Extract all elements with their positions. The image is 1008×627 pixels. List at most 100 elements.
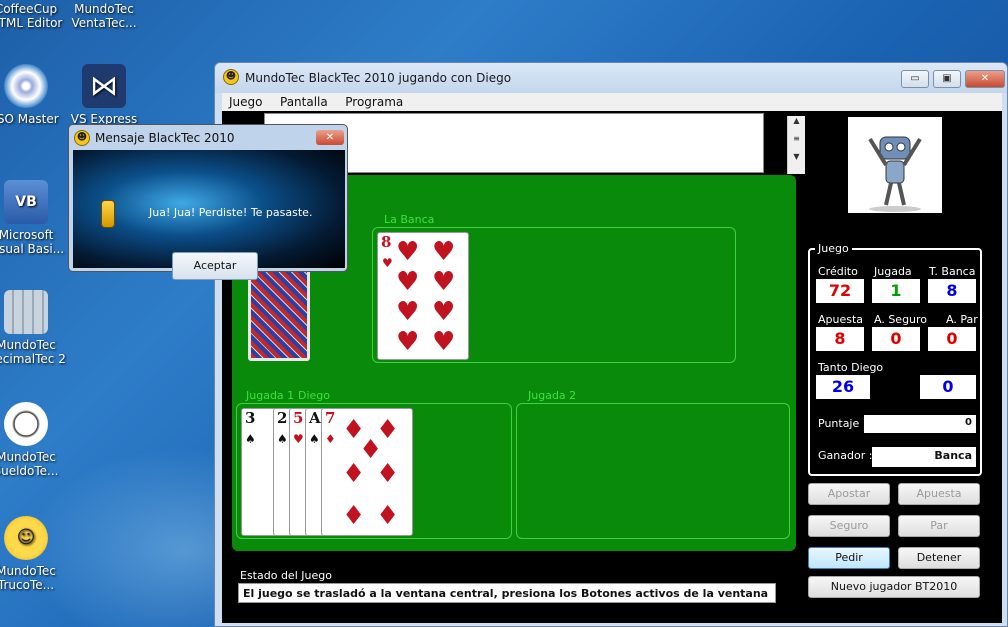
card-rank: A xyxy=(309,409,321,427)
disc-icon xyxy=(4,64,48,108)
robot-icon xyxy=(868,136,922,212)
jugada2-label: Jugada 2 xyxy=(528,389,577,402)
credito-value: 72 xyxy=(816,279,864,303)
menu-bar: Juego Pantalla Programa xyxy=(222,93,1002,111)
ganador-label: Ganador : xyxy=(818,449,873,462)
desktop-icon-trucotec[interactable]: ☺ MundoTec TrucoTe... xyxy=(0,516,66,592)
detener-button[interactable]: Detener xyxy=(898,547,980,569)
warning-figure-icon xyxy=(101,200,115,228)
dialog-body: Jua! Jua! Perdiste! Te pasaste. Aceptar xyxy=(73,150,345,280)
desktop-icon-label: MundoTec SueldoTe... xyxy=(0,450,59,478)
desktop-icon-label: MundoTec VentaTec... xyxy=(71,2,137,30)
visual-studio-icon: ⋈ xyxy=(82,64,126,108)
desktop-icon-label: MundoTec DecimalTec 2 xyxy=(0,338,66,366)
card-rank: 7 xyxy=(325,409,336,427)
desktop-icon-visual-basic[interactable]: VB Microsoft Visual Basi... xyxy=(0,180,66,256)
heart-icon: ♥ xyxy=(432,237,456,267)
card-rank: 8 xyxy=(381,233,392,251)
heart-icon: ♥ xyxy=(293,432,304,446)
credito-label: Crédito xyxy=(818,265,858,278)
desktop-icon-ventatec[interactable]: MundoTec VentaTec... xyxy=(64,2,144,30)
aseguro-label: A. Seguro xyxy=(874,313,928,326)
diamond-icon: ♦ xyxy=(342,459,366,489)
title-bar[interactable]: ☻ MundoTec BlackTec 2010 jugando con Die… xyxy=(215,63,1007,93)
heart-icon: ♥ xyxy=(396,297,420,327)
card-rank: 2 xyxy=(277,409,288,427)
jugada-label: Jugada xyxy=(874,265,912,278)
heart-icon: ♥ xyxy=(382,256,393,270)
heart-icon: ♥ xyxy=(432,297,456,327)
calculator-icon xyxy=(4,290,48,334)
jugada-value: 1 xyxy=(872,279,920,303)
desktop-icon-iso-master[interactable]: ISO Master xyxy=(0,64,66,126)
estado-field: El juego se trasladó a la ventana centra… xyxy=(238,583,776,603)
close-button[interactable]: ✕ xyxy=(965,70,1005,88)
tanto-label: Tanto Diego xyxy=(818,361,884,374)
menu-programa[interactable]: Programa xyxy=(338,93,410,111)
dialog-smiley-icon: ☻ xyxy=(74,130,90,146)
log-scrollbar[interactable]: ▲ ≡ ▼ xyxy=(787,116,805,174)
banca-label: La Banca xyxy=(384,213,435,226)
window-title: MundoTec BlackTec 2010 jugando con Diego xyxy=(245,71,512,85)
heart-icon: ♥ xyxy=(432,267,456,297)
juego-group-label: Juego xyxy=(815,242,852,255)
ganador-value: Banca xyxy=(872,447,976,467)
message-dialog: ☻ Mensaje BlackTec 2010 ✕ Jua! Jua! Perd… xyxy=(68,124,348,280)
clock-icon xyxy=(4,402,48,446)
nuevo-jugador-button[interactable]: Nuevo jugador BT2010 xyxy=(808,576,980,598)
tanto-value: 26 xyxy=(816,375,870,399)
pedir-button[interactable]: Pedir xyxy=(808,547,890,569)
tbanca-label: T. Banca xyxy=(929,265,976,278)
apostar-button[interactable]: Apostar xyxy=(808,483,890,505)
heart-icon: ♥ xyxy=(396,327,420,357)
tanto2-value: 0 xyxy=(920,375,976,399)
banca-card: 8 ♥ ♥ ♥ ♥ ♥ ♥ ♥ ♥ ♥ xyxy=(377,232,469,360)
desktop-icon-label: CoffeeCup HTML Editor xyxy=(0,2,63,30)
jugada1-label: Jugada 1 xyxy=(246,389,295,402)
desktop-icon-decimaltec[interactable]: MundoTec DecimalTec 2 xyxy=(0,290,66,366)
apar-label: A. Par xyxy=(946,313,978,326)
dialog-title: Mensaje BlackTec 2010 xyxy=(95,131,235,145)
desktop-icon-sueldotec[interactable]: MundoTec SueldoTe... xyxy=(0,402,66,478)
heart-icon: ♥ xyxy=(432,327,456,357)
diamond-icon: ♦ xyxy=(325,432,336,446)
par-button[interactable]: Par xyxy=(898,515,980,537)
diamond-icon: ♦ xyxy=(342,501,366,531)
minimize-button[interactable]: ▭ xyxy=(901,70,929,88)
aseguro-value: 0 xyxy=(872,327,920,351)
apuesta-button[interactable]: Apuesta xyxy=(898,483,980,505)
apuesta-value: 8 xyxy=(816,327,864,351)
dialog-message: Jua! Jua! Perdiste! Te pasaste. xyxy=(149,206,313,219)
diamond-icon: ♦ xyxy=(376,459,400,489)
menu-pantalla[interactable]: Pantalla xyxy=(273,93,335,111)
desktop-icon-coffeecup[interactable]: CoffeeCup HTML Editor xyxy=(0,2,66,30)
puntaje-label: Puntaje : xyxy=(818,417,867,430)
card-rank: 3 xyxy=(245,409,256,427)
dialog-close-button[interactable]: ✕ xyxy=(316,130,344,145)
spade-icon: ♠ xyxy=(245,432,256,446)
robot-image xyxy=(848,117,942,213)
desktop-icon-label: MundoTec TrucoTe... xyxy=(0,564,56,592)
spade-icon: ♠ xyxy=(309,432,320,446)
spade-icon: ♠ xyxy=(277,432,288,446)
hand-card: 7 ♦ ♦ ♦ ♦ ♦ ♦ ♦ ♦ xyxy=(321,408,413,536)
vb-icon: VB xyxy=(4,180,48,224)
heart-icon: ♥ xyxy=(396,237,420,267)
estado-label: Estado del Juego xyxy=(240,569,332,582)
banca-zone: 8 ♥ ♥ ♥ ♥ ♥ ♥ ♥ ♥ ♥ xyxy=(372,227,736,363)
diamond-icon: ♦ xyxy=(376,501,400,531)
app-smiley-icon: ☻ xyxy=(223,69,239,85)
tbanca-value: 8 xyxy=(928,279,976,303)
smiley-icon: ☺ xyxy=(4,516,48,560)
desktop-icon-label: ISO Master xyxy=(0,112,59,126)
menu-juego[interactable]: Juego xyxy=(222,93,270,111)
maximize-button[interactable]: ▣ xyxy=(933,70,961,88)
player-name-label: Diego xyxy=(298,389,331,402)
jugada2-zone xyxy=(516,403,790,539)
aceptar-button[interactable]: Aceptar xyxy=(172,252,258,280)
desktop-icon-label: Microsoft Visual Basi... xyxy=(0,228,65,256)
card-rank: 5 xyxy=(293,409,304,427)
seguro-button[interactable]: Seguro xyxy=(808,515,890,537)
puntaje-value: 0 xyxy=(864,415,976,433)
deck[interactable] xyxy=(248,269,310,361)
